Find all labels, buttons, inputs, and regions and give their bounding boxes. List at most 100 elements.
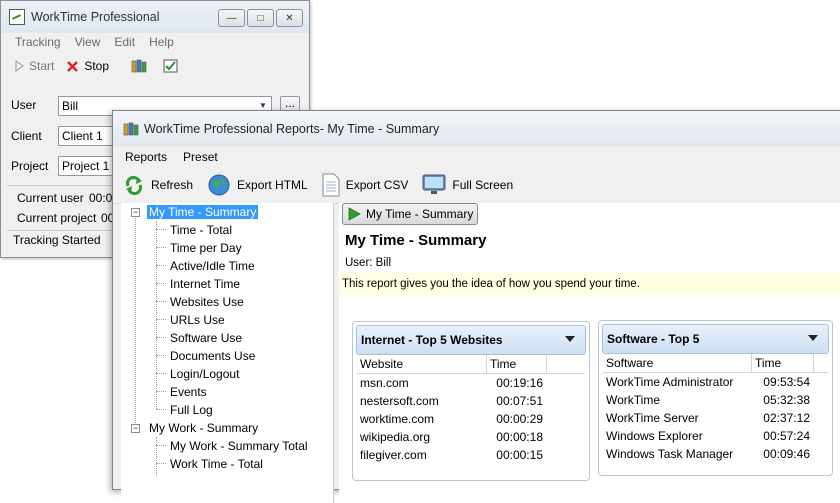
software-panel-title: Software - Top 5 (607, 332, 700, 346)
table-row: Windows Task Manager 00:09:46 (606, 447, 810, 461)
full-screen-label: Full Screen (452, 178, 514, 192)
monitor-icon (422, 174, 446, 194)
client-value: Client 1 (62, 129, 103, 143)
books-icon[interactable] (131, 59, 149, 73)
main-toolbar: Start Stop (1, 51, 309, 81)
tree-item-login-logout[interactable]: Login/Logout (170, 366, 239, 382)
export-csv-label: Export CSV (345, 178, 409, 192)
run-report-button[interactable]: My Time - Summary (342, 203, 479, 225)
dropdown-arrow-icon[interactable] (565, 336, 575, 342)
tree-group-my-work-summary[interactable]: My Work - Summary (149, 420, 258, 436)
stop-label: Stop (84, 59, 110, 73)
table-row: msn.com 00:19:16 (360, 376, 543, 390)
reports-title-bar: WorkTime Professional Reports- My Time -… (113, 111, 840, 147)
col-software[interactable]: Software (603, 354, 752, 372)
report-user-line: User: Bill (345, 257, 392, 269)
start-label: Start (29, 59, 55, 73)
report-tree: − My Time - Summary Time - Total Time pe… (121, 203, 334, 503)
tree-item-internet-time[interactable]: Internet Time (170, 276, 240, 292)
current-project-label: Current project (17, 211, 97, 225)
reports-window: WorkTime Professional Reports- My Time -… (112, 110, 840, 503)
table-row: WorkTime Administrator 09:53:54 (606, 375, 810, 389)
col-time[interactable]: Time (752, 354, 814, 372)
table-header: Website Time (357, 355, 585, 374)
export-html-button[interactable]: Export HTML (207, 173, 308, 197)
tree-item-time-total[interactable]: Time - Total (170, 222, 232, 238)
close-button[interactable]: ✕ (276, 9, 303, 27)
tree-item-urls-use[interactable]: URLs Use (170, 312, 225, 328)
play-icon (15, 60, 24, 72)
menu-edit[interactable]: Edit (114, 35, 135, 49)
internet-panel-title: Internet - Top 5 Websites (361, 333, 503, 347)
tree-item-time-per-day[interactable]: Time per Day (170, 240, 242, 256)
report-title: My Time - Summary (345, 232, 487, 249)
internet-top5-panel: Internet - Top 5 Websites Website Time m… (352, 321, 590, 481)
main-title-bar: WorkTime Professional — □ ✕ (1, 1, 309, 33)
project-label: Project (11, 159, 49, 173)
main-menu-bar: Tracking View Edit Help (1, 33, 309, 51)
table-row: wikipedia.org 00:00:18 (360, 430, 543, 444)
start-button[interactable]: Start (15, 59, 54, 73)
main-window-title: WorkTime Professional (31, 10, 160, 24)
report-description: This report gives you the idea of how yo… (339, 273, 840, 295)
tree-item-work-time-total[interactable]: Work Time - Total (170, 456, 263, 472)
reports-menu-bar: Reports Preset (113, 147, 840, 167)
internet-table: Website Time msn.com 00:19:16 nestersoft.… (357, 355, 585, 464)
user-label: User (11, 98, 37, 112)
table-row: worktime.com 00:00:29 (360, 412, 543, 426)
minimize-button[interactable]: — (218, 9, 245, 27)
tree-item-websites-use[interactable]: Websites Use (170, 294, 244, 310)
reports-toolbar: Refresh Export HTML Export CSV Full Scre… (113, 167, 840, 204)
refresh-icon (125, 175, 143, 196)
play-icon (348, 207, 361, 221)
run-report-label: My Time - Summary (366, 207, 474, 221)
tracking-status: Tracking Started (13, 233, 101, 247)
table-row: Windows Explorer 00:57:24 (606, 429, 810, 443)
app-chart-icon (9, 9, 25, 25)
menu-help[interactable]: Help (149, 35, 174, 49)
client-select[interactable]: Client 1 (58, 126, 118, 146)
export-csv-button[interactable]: Export CSV (322, 173, 409, 197)
stop-button[interactable]: Stop (66, 59, 109, 73)
tree-group-my-time-summary[interactable]: My Time - Summary (147, 204, 259, 220)
project-select[interactable]: Project 1 (58, 156, 118, 176)
stop-x-icon (67, 60, 79, 72)
internet-panel-header[interactable]: Internet - Top 5 Websites (356, 325, 586, 355)
export-html-label: Export HTML (237, 178, 308, 192)
maximize-button[interactable]: □ (247, 9, 274, 27)
table-row: nestersoft.com 00:07:51 (360, 394, 543, 408)
tree-item-documents-use[interactable]: Documents Use (170, 348, 255, 364)
collapse-icon[interactable]: − (131, 208, 140, 217)
report-content: My Time - Summary My Time - Summary User… (339, 203, 840, 503)
tree-item-full-log[interactable]: Full Log (170, 402, 213, 418)
software-panel-header[interactable]: Software - Top 5 (602, 324, 829, 354)
menu-tracking[interactable]: Tracking (15, 35, 61, 49)
maximize-icon: □ (257, 12, 264, 24)
current-user-time: 00:0 (89, 191, 113, 205)
tree-item-my-work-summary-total[interactable]: My Work - Summary Total (170, 438, 308, 454)
refresh-button[interactable]: Refresh (123, 174, 193, 196)
dropdown-arrow-icon[interactable] (808, 335, 818, 341)
collapse-icon[interactable]: − (131, 424, 140, 433)
checklist-icon[interactable] (163, 59, 179, 73)
tree-item-events[interactable]: Events (170, 384, 207, 400)
menu-reports[interactable]: Reports (125, 150, 167, 164)
browse-label: ... (284, 96, 295, 110)
tree-item-software-use[interactable]: Software Use (170, 330, 242, 346)
tree-item-active-idle-time[interactable]: Active/Idle Time (170, 258, 255, 274)
globe-icon (208, 174, 230, 196)
menu-preset[interactable]: Preset (183, 150, 218, 164)
document-icon (322, 173, 340, 197)
minimize-icon: — (226, 12, 237, 24)
software-top5-panel: Software - Top 5 Software Time WorkTime … (598, 320, 833, 476)
col-website[interactable]: Website (357, 355, 487, 373)
close-icon: ✕ (285, 12, 294, 24)
table-header: Software Time (603, 354, 828, 373)
current-user-label: Current user (17, 191, 84, 205)
table-row: filegiver.com 00:00:15 (360, 448, 543, 462)
client-label: Client (11, 129, 42, 143)
menu-view[interactable]: View (75, 35, 101, 49)
full-screen-button[interactable]: Full Screen (422, 174, 513, 196)
col-time[interactable]: Time (487, 355, 547, 373)
software-table: Software Time WorkTime Administrator 09:5… (603, 354, 828, 463)
